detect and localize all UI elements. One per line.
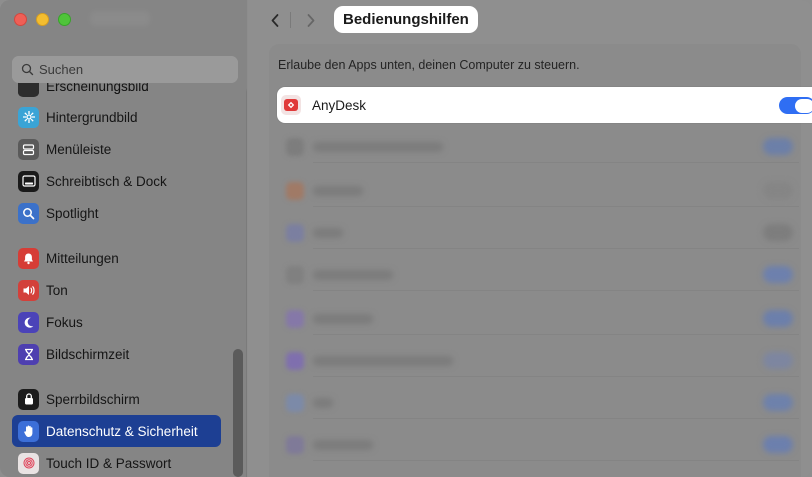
sidebar-item-label: Menüleiste [46,141,112,157]
panel-description: Erlaube den Apps unten, deinen Computer … [278,58,580,72]
sidebar-item-label: Hintergrundbild [46,109,138,125]
sidebar-item-spotlight[interactable]: Spotlight [12,197,221,229]
sidebar-item-label: Schreibtisch & Dock [46,173,167,189]
page-title: Bedienungshilfen [334,6,478,33]
blurred-row [277,301,799,335]
screentime-icon [18,343,39,365]
sound-icon [18,279,39,301]
blurred-row [277,343,799,377]
nav-divider [290,12,291,28]
sidebar-item-label: Bildschirmzeit [46,346,130,362]
sidebar: Erscheinungsbild Hintergrundbild Menülei… [0,0,247,477]
chevron-left-icon [271,13,279,27]
sidebar-item-label: Fokus [46,314,83,330]
focus-icon [18,311,39,333]
search-field[interactable]: Suchen [12,56,238,83]
sidebar-item-focus[interactable]: Fokus [12,306,221,338]
blurred-row [277,129,799,163]
sidebar-item-sound[interactable]: Ton [12,274,221,306]
blurred-row [277,385,799,419]
chevron-right-icon [307,13,315,27]
lockscreen-icon [18,388,39,410]
window-controls [14,13,71,26]
privacy-hand-icon [18,420,39,442]
search-icon [21,63,34,76]
main-content: Bedienungshilfen Erlaube den Apps unten,… [248,0,812,477]
zoom-window-button[interactable] [58,13,71,26]
sidebar-item-desktop-dock[interactable]: Schreibtisch & Dock [12,165,221,197]
sidebar-item-label: Datenschutz & Sicherheit [46,423,198,439]
dock-icon [18,170,39,192]
minimize-window-button[interactable] [36,13,49,26]
sidebar-scroll-thumb[interactable] [233,349,243,477]
touchid-icon [18,452,39,474]
ghost-title [90,11,150,26]
sidebar-item-menubar[interactable]: Menüleiste [12,133,221,165]
sidebar-item-label: Mitteilungen [46,250,119,266]
sidebar-item-lockscreen[interactable]: Sperrbildschirm [12,383,221,415]
blurred-row [277,257,799,291]
blurred-row [277,173,799,207]
toggle-knob [794,98,812,113]
app-name: AnyDesk [312,97,367,113]
sidebar-item-label: Touch ID & Passwort [46,455,172,471]
menubar-icon [18,138,39,160]
sidebar-item-notifications[interactable]: Mitteilungen [12,242,221,274]
blurred-row [277,427,799,461]
search-placeholder: Suchen [39,62,84,77]
spotlight-icon [18,202,39,224]
sidebar-item-wallpaper[interactable]: Hintergrundbild [12,101,221,133]
app-row-anydesk[interactable]: AnyDesk [277,87,812,123]
sidebar-item-label: Ton [46,282,68,298]
settings-window: Erscheinungsbild Hintergrundbild Menülei… [0,0,812,477]
forward-button[interactable] [298,7,324,33]
sidebar-item-label: Sperrbildschirm [46,391,140,407]
anydesk-toggle[interactable] [779,97,812,114]
notifications-icon [18,247,39,269]
blurred-row [277,215,799,249]
sidebar-item-label: Spotlight [46,205,99,221]
anydesk-icon [281,95,301,115]
sidebar-item-touchid[interactable]: Touch ID & Passwort [12,447,221,477]
back-button[interactable] [262,7,288,33]
close-window-button[interactable] [14,13,27,26]
sidebar-item-screentime[interactable]: Bildschirmzeit [12,338,221,370]
sidebar-item-privacy-security[interactable]: Datenschutz & Sicherheit [12,415,221,447]
wallpaper-icon [18,106,39,128]
